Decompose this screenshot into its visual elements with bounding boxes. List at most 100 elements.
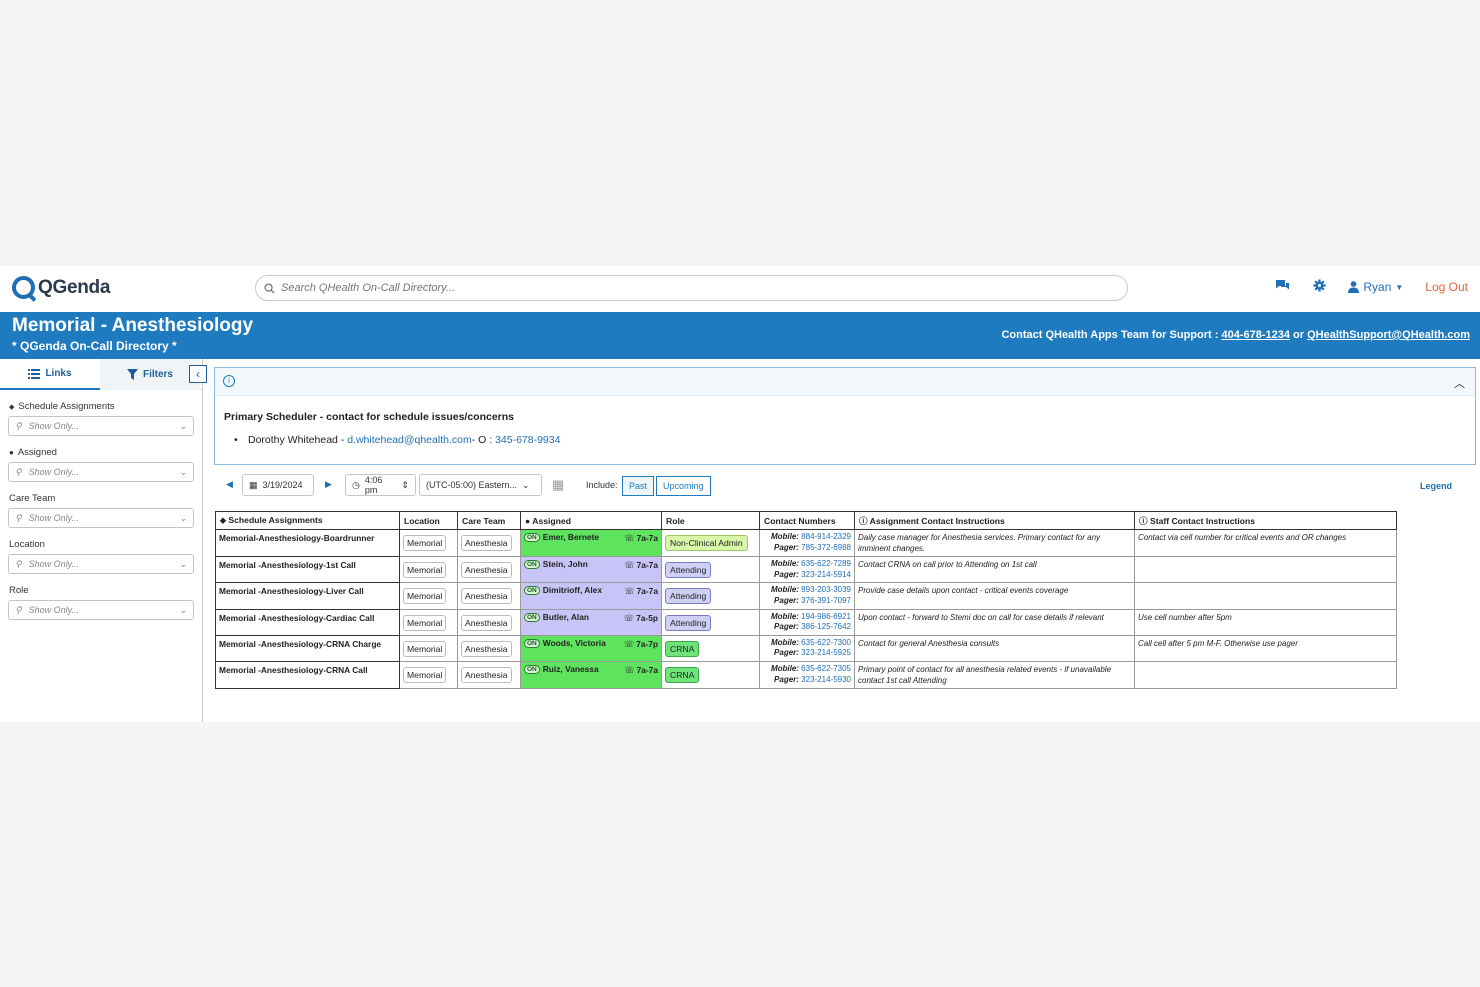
support-phone-link[interactable]: 404-678-1234: [1221, 329, 1290, 341]
search-input[interactable]: [281, 282, 1101, 294]
col-header-schedule[interactable]: ⬥ Schedule Assignments: [215, 511, 400, 530]
pager-label: Pager:: [774, 569, 799, 579]
col-header-care-team[interactable]: Care Team: [457, 511, 521, 530]
schedule-cell[interactable]: Memorial-Anesthesiology-Boardrunner: [215, 529, 400, 557]
schedule-cell[interactable]: Memorial -Anesthesiology-CRNA Charge: [215, 634, 400, 663]
assigned-name[interactable]: Ruiz, Vanessa: [543, 664, 599, 674]
legend-link[interactable]: Legend: [1420, 481, 1452, 491]
filter-label-text: Role: [9, 585, 29, 596]
past-toggle[interactable]: Past: [622, 476, 655, 496]
pager-line: Pager: 323-214-5925: [763, 648, 851, 659]
pager-number[interactable]: 323-214-5930: [801, 675, 851, 684]
staff-instructions-cell: [1134, 555, 1397, 584]
upcoming-toggle[interactable]: Upcoming: [656, 476, 711, 496]
pager-number[interactable]: 386-125-7642: [801, 622, 851, 631]
table-row: Memorial -Anesthesiology-CRNA Call Memor…: [215, 661, 1397, 690]
time-picker[interactable]: ◷ 4:06 pm ⇕: [345, 474, 416, 496]
timezone-select[interactable]: (UTC-05:00) Eastern... ⌄: [419, 474, 542, 496]
filter-placeholder: Show Only...: [28, 559, 79, 569]
assignment-instructions-cell: Upon contact - forward to Stemi doc on c…: [854, 608, 1135, 636]
filter-select[interactable]: ⚲ Show Only... ⌄: [8, 508, 194, 528]
role-badge: Attending: [665, 562, 712, 578]
assigned-name[interactable]: Dimitrioff, Alex: [543, 585, 602, 595]
mobile-label: Mobile:: [770, 532, 799, 541]
assigned-name[interactable]: Butler, Alan: [543, 612, 589, 622]
filter-select[interactable]: ⚲ Show Only... ⌄: [8, 462, 194, 482]
filter-placeholder: Show Only...: [28, 421, 79, 431]
schedule-cell[interactable]: Memorial -Anesthesiology-CRNA Call: [215, 661, 400, 690]
gear-icon[interactable]: [1313, 279, 1326, 295]
pager-number[interactable]: 785-372-6988: [801, 543, 851, 552]
assigned-cell[interactable]: ON Dimitrioff, Alex ☏ 7a-7a: [520, 582, 662, 610]
date-value: 3/19/2024: [262, 480, 303, 490]
schedule-cell[interactable]: Memorial -Anesthesiology-Liver Call: [215, 582, 400, 610]
support-email-link[interactable]: QHealthSupport@QHealth.com: [1307, 329, 1470, 341]
scheduler-email-link[interactable]: d.whitehead@qhealth.com: [347, 434, 472, 446]
col-header-location[interactable]: Location: [399, 511, 458, 530]
search-icon: ⚲: [15, 604, 22, 615]
assigned-cell[interactable]: ON Woods, Victoria ☏ 7a-7p: [520, 634, 662, 663]
filter-label: Care Team: [9, 493, 202, 504]
tab-filters[interactable]: Filters: [100, 359, 200, 390]
assigned-cell[interactable]: ON Butler, Alan ☏ 7a-5p: [520, 608, 662, 636]
assigned-cell[interactable]: ON Stein, John ☏ 7a-7a: [520, 555, 662, 584]
col-header-role[interactable]: Role: [661, 511, 760, 530]
timezone-value: (UTC-05:00) Eastern...: [426, 480, 518, 490]
mobile-number[interactable]: 635-622-7289: [801, 559, 851, 568]
care-team-chip: Anesthesia: [461, 667, 512, 684]
scheduler-phone-link[interactable]: 345-678-9934: [495, 434, 560, 446]
prev-date-icon[interactable]: ◀: [226, 479, 233, 490]
table-row: Memorial -Anesthesiology-1st Call Memori…: [215, 555, 1397, 584]
calendar-icon[interactable]: ▦: [552, 477, 564, 493]
assigned-cell[interactable]: ON Ruiz, Vanessa ☏ 7a-7a: [520, 661, 662, 690]
info-panel-header[interactable]: i ︿: [215, 368, 1475, 396]
assigned-name[interactable]: Stein, John: [543, 559, 588, 569]
assigned-cell[interactable]: ON Emer, Bernete ☏ 7a-7a: [520, 529, 662, 557]
date-picker[interactable]: ▦ 3/19/2024: [242, 474, 314, 496]
filter-select[interactable]: ⚲ Show Only... ⌄: [8, 600, 194, 620]
col-header-assigned[interactable]: ● Assigned: [520, 511, 662, 530]
col-header-contact[interactable]: Contact Numbers: [759, 511, 855, 530]
mobile-line: Mobile: 893-203-3039: [763, 585, 851, 596]
col-header-assignment-instructions[interactable]: ⓘ Assignment Contact Instructions: [854, 511, 1135, 530]
chevron-down-icon: ⌄: [179, 420, 187, 431]
mobile-number[interactable]: 635-622-7300: [801, 638, 851, 647]
mobile-number[interactable]: 893-203-3039: [801, 585, 851, 594]
filter-label: Location: [9, 539, 202, 550]
col-header-staff-instructions[interactable]: ⓘ Staff Contact Instructions: [1134, 511, 1397, 530]
pager-number[interactable]: 323-214-5914: [801, 570, 851, 579]
shift-time: ☏ 7a-7a: [624, 665, 658, 675]
mobile-number[interactable]: 194-986-6921: [801, 612, 851, 621]
table-row: Memorial -Anesthesiology-Cardiac Call Me…: [215, 608, 1397, 636]
qgenda-logo[interactable]: QGenda: [12, 276, 110, 299]
contact-cell: Mobile: 635-622-7289 Pager: 323-214-5914: [759, 555, 855, 584]
mobile-number[interactable]: 635-622-7305: [801, 664, 851, 673]
assigned-name[interactable]: Emer, Bernete: [543, 532, 599, 542]
mobile-number[interactable]: 884-914-2329: [801, 532, 851, 541]
assigned-name[interactable]: Woods, Victoria: [543, 638, 606, 648]
filter-select[interactable]: ⚲ Show Only... ⌄: [8, 554, 194, 574]
pager-line: Pager: 376-391-7097: [763, 596, 851, 607]
collapse-sidebar-button[interactable]: ‹: [189, 365, 207, 383]
schedule-name: Memorial -Anesthesiology-Liver Call: [219, 586, 364, 597]
logo-text: QGenda: [38, 276, 111, 298]
filter-care-team: Care Team ⚲ Show Only... ⌄: [0, 493, 202, 528]
shift-time: ☏ 7a-5p: [624, 613, 658, 623]
logout-link[interactable]: Log Out: [1425, 280, 1468, 294]
chevron-up-icon[interactable]: ︿: [1454, 375, 1465, 391]
tab-links[interactable]: Links: [0, 359, 100, 390]
schedule-cell[interactable]: Memorial -Anesthesiology-1st Call: [215, 555, 400, 584]
table-row: Memorial-Anesthesiology-Boardrunner Memo…: [215, 529, 1397, 557]
filter-select[interactable]: ⚲ Show Only... ⌄: [8, 416, 194, 436]
next-date-icon[interactable]: ▶: [325, 479, 332, 490]
schedule-name: Memorial -Anesthesiology-CRNA Charge: [219, 638, 382, 649]
user-menu[interactable]: Ryan ▼: [1348, 280, 1403, 294]
pager-number[interactable]: 323-214-5925: [801, 648, 851, 657]
schedule-cell[interactable]: Memorial -Anesthesiology-Cardiac Call: [215, 608, 400, 636]
staff-instructions-cell: Use cell number after 5pm: [1134, 608, 1397, 636]
shift-value: 7a-7a: [636, 586, 658, 597]
pager-number[interactable]: 376-391-7097: [801, 596, 851, 605]
search-bar[interactable]: [255, 275, 1128, 301]
col-header-label: Assigned: [532, 515, 571, 526]
chat-icon[interactable]: [1275, 279, 1291, 295]
